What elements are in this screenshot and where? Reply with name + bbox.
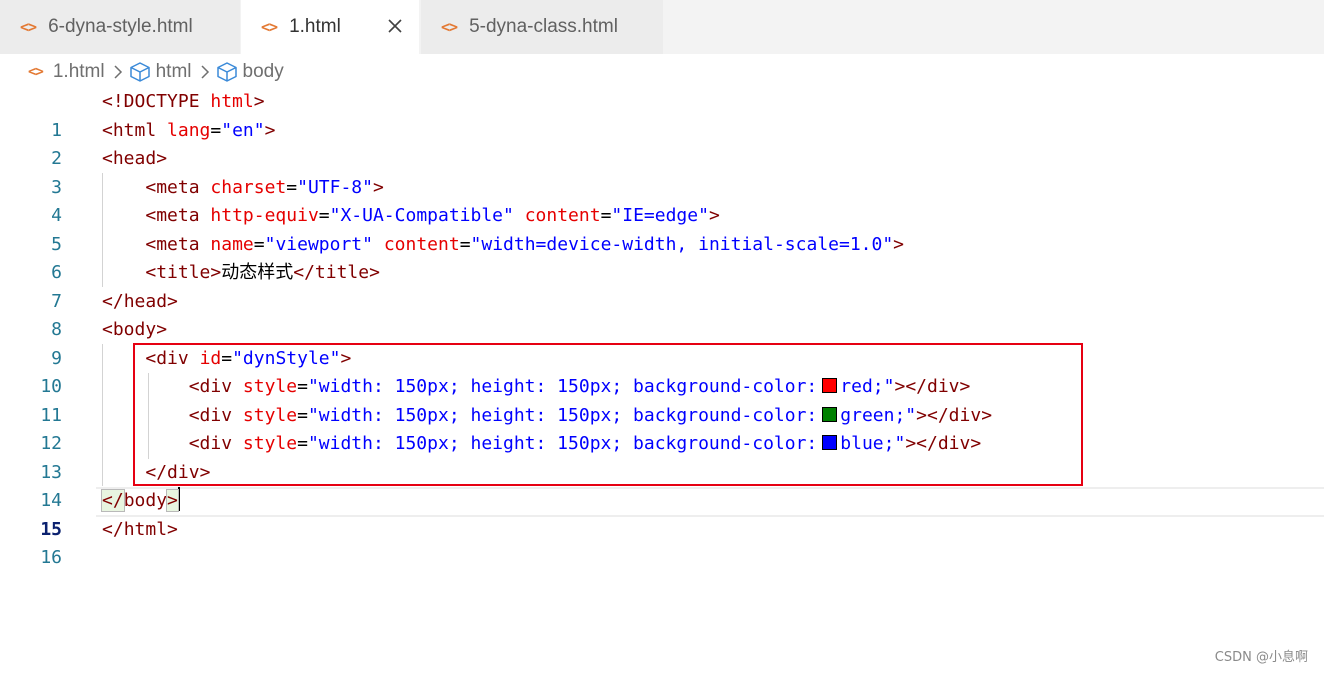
breadcrumb-item-html[interactable]: html: [129, 61, 192, 83]
annotation-highlight-box: [133, 343, 1083, 486]
breadcrumb-item-body[interactable]: body: [216, 61, 284, 83]
tab-label: 6-dyna-style.html: [48, 16, 193, 37]
breadcrumb-file-label: 1.html: [52, 61, 105, 82]
code-line: 1 <!DOCTYPE html>: [0, 88, 1324, 141]
code-line: 3 <head>: [0, 145, 1324, 198]
breadcrumb-item-label: html: [155, 61, 192, 82]
bracket-match: </: [101, 489, 125, 512]
breadcrumb-file[interactable]: <> 1.html: [28, 61, 105, 83]
watermark: CSDN @小息啊: [1214, 650, 1308, 665]
chevron-right-icon: [113, 64, 123, 80]
html-file-icon: <>: [261, 18, 278, 36]
tab-1-html[interactable]: <> 1.html: [241, 0, 419, 54]
code-line: 6 <meta name="viewport" content="width=d…: [0, 231, 1324, 284]
tab-6-dyna-style[interactable]: <> 6-dyna-style.html: [0, 0, 240, 54]
breadcrumb-item-label: body: [242, 61, 284, 82]
tab-5-dyna-class[interactable]: <> 5-dyna-class.html: [421, 0, 663, 54]
bracket-match: >: [166, 489, 179, 512]
html-file-icon: <>: [28, 64, 44, 80]
line-number: 16: [40, 547, 62, 568]
code-line: 2 <html lang="en">: [0, 117, 1324, 170]
chevron-right-icon: [200, 64, 210, 80]
close-icon[interactable]: [385, 16, 405, 36]
code-editor[interactable]: 1 <!DOCTYPE html> 2 <html lang="en"> 3 <…: [0, 88, 1324, 569]
breadcrumb: <> 1.html html body: [28, 58, 284, 86]
code-line: 4 <meta charset="UTF-8">: [0, 174, 1324, 227]
code-line: 16 </html>: [0, 516, 1324, 569]
code-line: 8 </head>: [0, 288, 1324, 341]
code-line: 5 <meta http-equiv="X-UA-Compatible" con…: [0, 202, 1324, 255]
text-cursor: [177, 487, 180, 511]
cube-icon: [129, 61, 151, 83]
cube-icon: [216, 61, 238, 83]
tab-label: 1.html: [289, 16, 341, 37]
editor-tab-bar: <> 6-dyna-style.html <> 1.html <> 5-dyna…: [0, 0, 1324, 54]
html-file-icon: <>: [441, 18, 458, 36]
html-file-icon: <>: [20, 18, 37, 36]
tab-label: 5-dyna-class.html: [469, 16, 618, 37]
code-line: 7 <title>动态样式</title>: [0, 259, 1324, 312]
code-line: 9 <body>: [0, 316, 1324, 369]
code-line-current: 15 </body>: [0, 487, 1324, 540]
